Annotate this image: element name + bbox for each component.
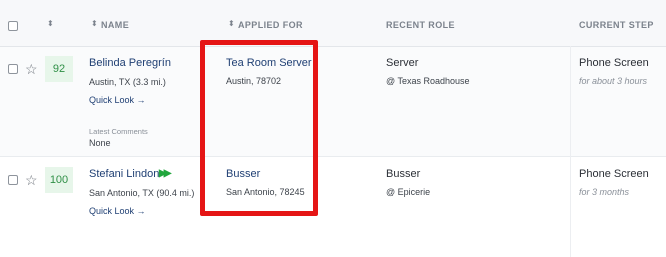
candidate-name-link[interactable]: Stefani Lindon [89,168,159,180]
table-header [0,0,666,47]
recent-role-title: Busser [386,168,421,180]
latest-comments-label: Latest Comments [89,127,148,136]
step-duration: for 3 months [579,187,630,197]
fast-forward-icon: ▶▶ [159,168,172,179]
column-header-applied-for[interactable]: APPLIED FOR [238,20,303,30]
latest-comments-value: None [89,138,111,148]
star-icon[interactable]: ☆ [25,62,38,76]
candidate-location: San Antonio, TX (90.4 mi.) [89,188,195,198]
sort-arrows-icon[interactable]: ⬍ [91,20,98,28]
column-header-name[interactable]: NAME [101,20,129,30]
candidate-location: Austin, TX (3.3 mi.) [89,77,166,87]
quick-look-link[interactable]: Quick Look → [89,95,146,105]
column-header-recent-role: RECENT ROLE [386,20,455,30]
column-header-current-step: CURRENT STEP [579,20,654,30]
column-divider [570,46,571,257]
select-all-checkbox[interactable] [8,21,18,31]
quick-look-link[interactable]: Quick Look → [89,206,146,216]
candidate-name-link[interactable]: Belinda Peregrín [89,57,171,69]
score-badge: 92 [45,56,73,82]
row-checkbox[interactable] [8,64,18,74]
sort-arrows-icon[interactable]: ⬍ [47,20,54,28]
score-badge: 100 [45,167,73,193]
highlight-box [200,40,318,216]
recent-role-title: Server [386,57,419,69]
row-checkbox[interactable] [8,175,18,185]
current-step: Phone Screen [579,168,649,180]
recent-role-company: @ Texas Roadhouse [386,76,470,86]
step-duration: for about 3 hours [579,76,648,86]
current-step: Phone Screen [579,57,649,69]
recent-role-company: @ Epicerie [386,187,431,197]
sort-arrows-icon[interactable]: ⬍ [228,20,235,28]
star-icon[interactable]: ☆ [25,173,38,187]
